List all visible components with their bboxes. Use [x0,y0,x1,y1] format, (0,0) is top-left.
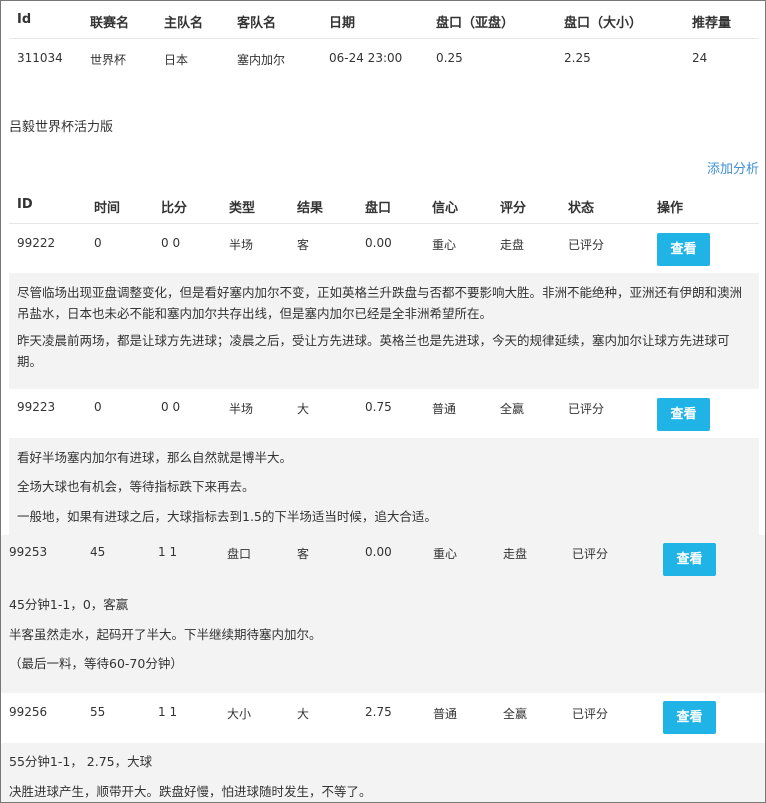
analysis-row-99256: 99256 55 1 1 大小 大 2.75 普通 全赢 已评分 查看 [1,693,765,743]
detail-paragraph: 半客虽然走水，起码开了半大。下半继续期待塞内加尔。 [9,627,322,642]
cell-status: 已评分 [568,238,605,252]
cell-line: 0.00 [365,545,392,559]
cell-rating: 走盘 [500,238,525,252]
cell-rating: 走盘 [503,547,528,561]
cell-line: 0.00 [365,236,392,250]
match-table-header: Id 联赛名 主队名 客队名 日期 盘口（亚盘） 盘口（大小） 推荐量 [1,1,765,39]
col-rating: 评分 [500,201,527,216]
cell-type: 半场 [229,402,254,416]
match-home: 日本 [164,53,189,67]
cell-status: 已评分 [572,707,609,721]
view-button[interactable]: 查看 [663,701,716,734]
cell-status: 已评分 [572,547,609,561]
analysis-table-header: ID 时间 比分 类型 结果 盘口 信心 评分 状态 操作 [1,187,765,223]
cell-confidence: 普通 [433,707,458,721]
view-button[interactable]: 查看 [657,398,710,431]
detail-paragraph: 昨天凌晨前两场，都是让球方先进球；凌晨之后，受让方先进球。英格兰也是先进球，今天… [17,333,730,369]
match-date: 06-24 23:00 [329,51,403,65]
cell-id: 99253 [9,545,48,559]
cell-time: 45 [90,545,106,559]
col-id: Id [17,12,32,27]
col-type: 类型 [229,201,256,216]
cell-status: 已评分 [568,402,605,416]
col-handicap-asia: 盘口（亚盘） [436,16,515,31]
cell-confidence: 重心 [433,547,458,561]
col-action: 操作 [657,201,684,216]
cell-score: 0 0 [161,400,181,414]
cell-result: 客 [297,238,310,252]
match-recommend: 24 [692,51,708,65]
cell-id: 99256 [9,705,48,719]
col-score: 比分 [161,201,188,216]
cell-id: 99222 [17,236,56,250]
col-line: 盘口 [365,201,392,216]
col-date: 日期 [329,16,356,31]
col-recommend: 推荐量 [692,16,732,31]
detail-paragraph: 尽管临场出现亚盘调整变化，但是看好塞内加尔不变，正如英格兰升跌盘与否都不要影响大… [17,285,743,321]
col-analysis-id: ID [17,197,33,212]
analysis-detail-99222: 尽管临场出现亚盘调整变化，但是看好塞内加尔不变，正如英格兰升跌盘与否都不要影响大… [9,273,759,389]
cell-line: 2.75 [365,705,392,719]
analysis-row-99222: 99222 0 0 0 半场 客 0.00 重心 走盘 已评分 查看 [1,224,765,271]
cell-type: 大小 [227,707,252,721]
col-status: 状态 [568,201,595,216]
cell-score: 1 1 [158,705,178,719]
cell-score: 0 0 [161,236,181,250]
detail-paragraph: 一般地，如果有进球之后，大球指标去到1.5的下半场适当时候，追大合适。 [17,509,437,524]
cell-score: 1 1 [158,545,178,559]
detail-paragraph: 45分钟1-1，0，客赢 [9,597,129,612]
section-title: 吕毅世界杯活力版 [9,120,114,135]
match-league: 世界杯 [90,53,127,67]
col-handicap-ou: 盘口（大小） [564,16,643,31]
match-handicap-asia: 0.25 [436,51,463,65]
match-away: 塞内加尔 [237,53,286,67]
cell-confidence: 普通 [432,402,457,416]
cell-time: 0 [94,236,102,250]
match-table-row: 311034 世界杯 日本 塞内加尔 06-24 23:00 0.25 2.25… [1,39,765,77]
detail-paragraph: （最后一料，等待60-70分钟） [9,656,183,671]
detail-paragraph: 全场大球也有机会，等待指标跌下来再去。 [17,479,255,494]
cell-confidence: 重心 [432,238,457,252]
cell-result: 大 [297,402,310,416]
cell-result: 大 [297,707,310,721]
col-league: 联赛名 [90,16,130,31]
col-result: 结果 [297,201,324,216]
cell-id: 99223 [17,400,56,414]
page-frame: Id 联赛名 主队名 客队名 日期 盘口（亚盘） 盘口（大小） 推荐量 3110… [0,0,766,803]
match-id: 311034 [17,51,63,65]
cell-type: 盘口 [227,547,252,561]
view-button[interactable]: 查看 [663,543,716,576]
col-away: 客队名 [237,16,277,31]
analysis-detail-99256: 55分钟1-1， 2.75，大球 决胜进球产生，顺带开大。跌盘好慢，怕进球随时发… [1,743,765,802]
analysis-detail-99223: 看好半场塞内加尔有进球，那么自然就是博半大。 全场大球也有机会，等待指标跌下来再… [9,438,759,535]
cell-time: 55 [90,705,106,719]
view-button[interactable]: 查看 [657,233,710,266]
cell-result: 客 [297,547,310,561]
analysis-row-99253: 99253 45 1 1 盘口 客 0.00 重心 走盘 已评分 查看 [1,535,765,591]
match-handicap-ou: 2.25 [564,51,591,65]
add-analysis-link[interactable]: 添加分析 [707,158,759,177]
col-time: 时间 [94,201,121,216]
col-confidence: 信心 [432,201,459,216]
col-home: 主队名 [164,16,204,31]
cell-rating: 全赢 [500,402,525,416]
detail-paragraph: 决胜进球产生，顺带开大。跌盘好慢，怕进球随时发生，不等了。 [9,784,372,799]
cell-type: 半场 [229,238,254,252]
cell-line: 0.75 [365,400,392,414]
cell-rating: 全赢 [503,707,528,721]
analysis-row-99223: 99223 0 0 0 半场 大 0.75 普通 全赢 已评分 查看 [1,389,765,437]
detail-paragraph: 看好半场塞内加尔有进球，那么自然就是博半大。 [17,450,293,465]
cell-time: 0 [94,400,102,414]
detail-paragraph: 55分钟1-1， 2.75，大球 [9,754,153,769]
analysis-detail-99253: 45分钟1-1，0，客赢 半客虽然走水，起码开了半大。下半继续期待塞内加尔。 （… [1,591,765,693]
